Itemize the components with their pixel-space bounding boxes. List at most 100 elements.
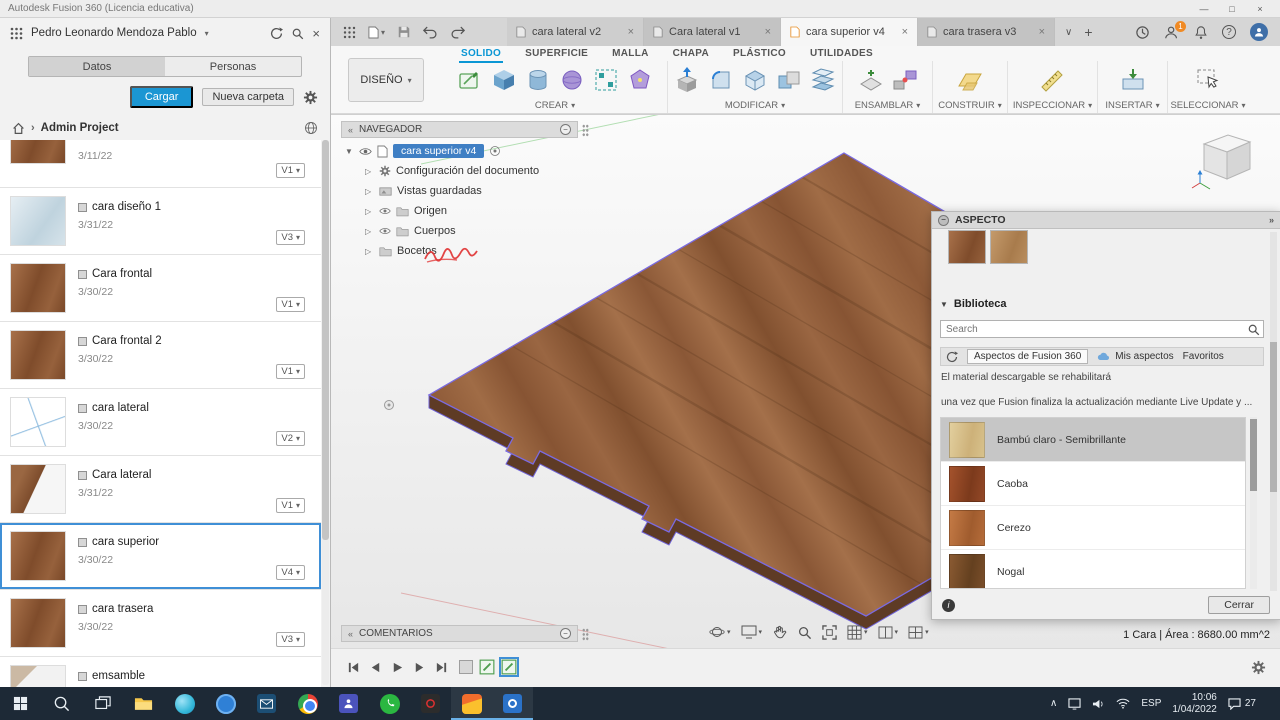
home-icon[interactable]	[12, 122, 25, 135]
collapsed-icon[interactable]: ▷	[365, 247, 374, 256]
list-item[interactable]: emsamble	[0, 657, 321, 687]
measure-tool[interactable]	[1038, 65, 1068, 95]
library-section-header[interactable]: ▼ Biblioteca	[940, 298, 1007, 310]
sketch-feature-icon[interactable]	[479, 659, 495, 675]
dock-right-icon[interactable]: »	[1269, 215, 1274, 225]
construir-dropdown[interactable]: CONSTRUIR▾	[938, 98, 1002, 113]
document-tab-active[interactable]: cara superior v4 ×	[781, 18, 918, 46]
avatar[interactable]	[1250, 23, 1268, 41]
offset-tool[interactable]	[808, 65, 838, 95]
tab-my-appearances[interactable]: Mis aspectos	[1097, 351, 1173, 362]
minimize-button[interactable]: —	[1192, 4, 1216, 14]
skip-start-icon[interactable]	[347, 661, 360, 674]
collapsed-icon[interactable]: ▷	[365, 207, 374, 216]
viewport[interactable]: « NAVEGADOR − ▼ cara superior v4 ▷ Confi…	[331, 114, 1280, 648]
list-item[interactable]: cara lateral 3/30/22 V2▾	[0, 389, 321, 456]
tab-favorites[interactable]: Favoritos	[1183, 351, 1224, 362]
expand-icon[interactable]: ▼	[345, 147, 354, 156]
insert-tool[interactable]	[1118, 65, 1148, 95]
list-item[interactable]: cara trasera 3/30/22 V3▾	[0, 590, 321, 657]
version-badge[interactable]: V1▾	[276, 364, 305, 379]
fillet-tool[interactable]	[706, 65, 736, 95]
close-tab-icon[interactable]: ×	[902, 26, 908, 38]
material-row[interactable]: Caoba	[941, 462, 1245, 506]
list-item[interactable]: Cara frontal 3/30/22 V1▾	[0, 255, 321, 322]
ensamblar-dropdown[interactable]: ENSAMBLAR▾	[855, 98, 921, 113]
material-row[interactable]: Nogal	[941, 550, 1245, 589]
whatsapp-icon[interactable]	[369, 687, 410, 720]
viewport-layout-icon[interactable]: ▾	[878, 626, 899, 639]
breadcrumb-project[interactable]: Admin Project	[41, 122, 119, 134]
list-item[interactable]: 3/11/22 V1▾	[0, 140, 321, 188]
chrome-icon[interactable]	[287, 687, 328, 720]
sphere-tool[interactable]	[557, 65, 587, 95]
design-workspace-selector[interactable]: DISEÑO▾	[348, 58, 424, 102]
tree-root-row[interactable]: ▼ cara superior v4	[341, 141, 611, 161]
chevron-down-icon[interactable]: ▾	[205, 29, 209, 38]
eye-icon[interactable]	[379, 225, 391, 237]
language-indicator[interactable]: ESP	[1141, 698, 1161, 709]
eye-icon[interactable]	[379, 205, 391, 217]
appearance-dialog-header[interactable]: − ASPECTO »	[932, 212, 1280, 229]
collapsed-icon[interactable]: ▷	[365, 187, 374, 196]
close-tab-icon[interactable]: ×	[765, 26, 771, 38]
root-document-name[interactable]: cara superior v4	[393, 144, 484, 158]
new-folder-button[interactable]: Nueva carpeta	[202, 88, 294, 106]
collaboration-icon[interactable]: 1	[1164, 25, 1180, 40]
new-tab-button[interactable]: +	[1084, 24, 1092, 40]
minimize-panel-icon[interactable]: −	[560, 124, 571, 135]
close-tab-icon[interactable]: ×	[628, 26, 634, 38]
action-center[interactable]: 27	[1228, 698, 1256, 710]
list-item[interactable]: Cara lateral 3/31/22 V1▾	[0, 456, 321, 523]
job-status-icon[interactable]	[1135, 25, 1150, 40]
step-back-icon[interactable]	[369, 661, 382, 674]
bell-icon[interactable]	[1194, 25, 1208, 40]
document-tab[interactable]: cara trasera v3 ×	[918, 18, 1055, 46]
acrobat-icon[interactable]	[410, 687, 451, 720]
tablet-icon[interactable]	[1068, 698, 1081, 710]
cylinder-tool[interactable]	[523, 65, 553, 95]
search-icon[interactable]	[1247, 323, 1260, 336]
comments-panel-header[interactable]: « COMENTARIOS −	[341, 625, 578, 642]
file-menu[interactable]: ▾	[368, 26, 385, 39]
joint-tool[interactable]	[890, 65, 920, 95]
create-sketch-tool[interactable]	[455, 65, 485, 95]
apps-grid-icon[interactable]	[10, 27, 23, 40]
collapse-left-icon[interactable]: «	[348, 125, 353, 135]
hidden-icons-chevron[interactable]: ∧	[1050, 698, 1057, 709]
gear-icon[interactable]	[303, 90, 318, 105]
start-button[interactable]	[0, 687, 41, 720]
tab-personas[interactable]: Personas	[165, 57, 301, 76]
seleccionar-dropdown[interactable]: SELECCIONAR▾	[1170, 98, 1245, 113]
info-icon[interactable]: i	[942, 599, 955, 612]
list-item[interactable]: Cara frontal 2 3/30/22 V1▾	[0, 322, 321, 389]
collapsed-icon[interactable]: ▷	[365, 227, 374, 236]
form-tool[interactable]	[625, 65, 655, 95]
internet-explorer-icon[interactable]	[205, 687, 246, 720]
version-badge[interactable]: V1▾	[276, 297, 305, 312]
dialog-scrollbar[interactable]	[1270, 232, 1277, 591]
mail-icon[interactable]	[246, 687, 287, 720]
look-at-icon[interactable]: ▾	[741, 625, 763, 639]
insertar-dropdown[interactable]: INSERTAR▾	[1105, 98, 1159, 113]
tree-item[interactable]: ▷ Origen	[341, 201, 611, 221]
timeline-settings-icon[interactable]	[1251, 660, 1266, 675]
version-badge[interactable]: V3▾	[276, 230, 305, 245]
teams-icon[interactable]	[328, 687, 369, 720]
view-cube[interactable]	[1190, 127, 1262, 193]
fit-icon[interactable]	[822, 625, 837, 640]
wifi-icon[interactable]	[1116, 698, 1130, 709]
close-button[interactable]: ×	[1248, 4, 1272, 14]
modificar-dropdown[interactable]: MODIFICAR▾	[725, 98, 785, 113]
version-badge[interactable]: V3▾	[276, 632, 305, 647]
orbit-icon[interactable]: ▾	[709, 624, 731, 640]
grid-display-icon[interactable]: ▾	[847, 625, 868, 640]
collapse-left-icon[interactable]: «	[348, 629, 353, 639]
tab-fusion-appearances[interactable]: Aspectos de Fusion 360	[967, 349, 1088, 364]
close-tab-icon[interactable]: ×	[1039, 26, 1045, 38]
navigator-panel-header[interactable]: « NAVEGADOR −	[341, 121, 578, 138]
in-design-swatch[interactable]	[948, 230, 986, 264]
list-item-selected[interactable]: cara superior 3/30/22 V4▾	[0, 523, 321, 590]
tree-item[interactable]: ▷ Cuerpos	[341, 221, 611, 241]
help-icon[interactable]: ?	[1222, 25, 1236, 39]
